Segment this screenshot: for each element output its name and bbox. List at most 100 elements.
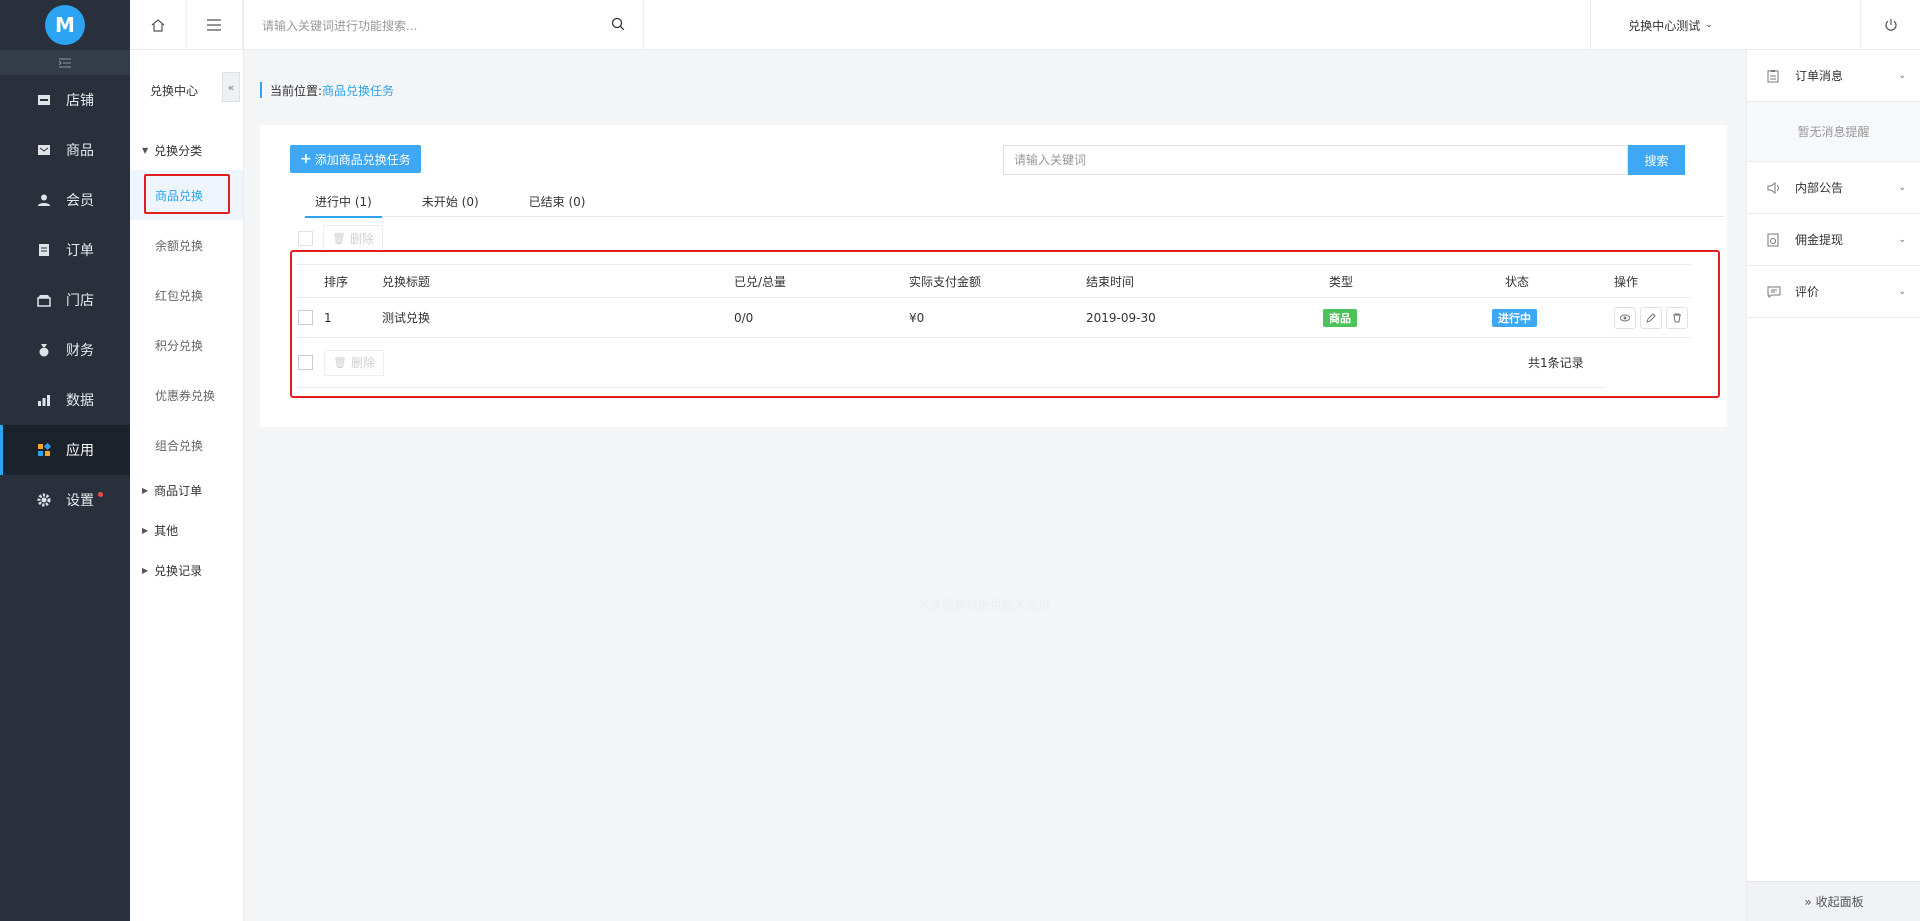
subnav-item-goods-exchange[interactable]: 商品兑换 <box>130 170 243 220</box>
main-sidebar: M 店铺 商品 会员 订单 门店 财务 数据 应用 设置 <box>0 0 130 921</box>
panel-section-label: 佣金提现 <box>1795 233 1844 247</box>
right-panel: 订单消息 ⌄ 暂无消息提醒 内部公告 ⌄ 佣金提现 ⌄ 评价 ⌄ » 收起面板 <box>1746 50 1920 921</box>
subnav-item-label: 红包兑换 <box>155 288 204 303</box>
keyword-search-input[interactable] <box>1003 145 1628 175</box>
delete-label: 删除 <box>350 356 375 370</box>
subnav-title: 兑换中心 « <box>130 50 243 130</box>
subnav-group-goods-order[interactable]: ▶ 商品订单 <box>130 470 243 510</box>
wallet-icon <box>1767 233 1781 247</box>
caret-down-icon: ▼ <box>142 145 149 155</box>
subnav-item-points-exchange[interactable]: 积分兑换 <box>130 320 243 370</box>
member-icon <box>36 192 52 208</box>
home-button[interactable] <box>130 0 187 50</box>
power-icon <box>1884 19 1897 31</box>
cell-amount: ¥0 <box>909 310 925 325</box>
home-icon <box>151 19 165 32</box>
sidebar-item-label: 设置 <box>66 493 94 509</box>
sidebar-item-data[interactable]: 数据 <box>0 375 130 425</box>
sidebar-item-order[interactable]: 订单 <box>0 225 130 275</box>
menu-toggle-button[interactable] <box>187 0 243 50</box>
tab-in-progress[interactable]: 进行中 (1) <box>305 185 382 218</box>
sidebar-collapse-toggle[interactable] <box>0 50 130 75</box>
footer-checkbox-cell <box>298 338 313 387</box>
footer-delete-cell: 🗑 删除 <box>324 338 384 387</box>
subnav-item-balance-exchange[interactable]: 余额兑换 <box>130 220 243 270</box>
caret-right-icon: ▶ <box>142 485 149 495</box>
edit-button[interactable] <box>1640 306 1662 329</box>
subnav-topbar <box>130 0 243 50</box>
subnav-group-exchange-record[interactable]: ▶ 兑换记录 <box>130 550 243 590</box>
breadcrumb-current[interactable]: 商品兑换任务 <box>322 82 394 99</box>
sidebar-item-goods[interactable]: 商品 <box>0 125 130 175</box>
logout-button[interactable] <box>1860 0 1920 50</box>
bulk-delete-button[interactable]: 🗑 删除 <box>324 349 384 376</box>
subnav-group-other[interactable]: ▶ 其他 <box>130 510 243 550</box>
subnav-collapse-button[interactable]: « <box>222 72 240 102</box>
column-header: 排序 <box>324 274 349 289</box>
sidebar-item-apps[interactable]: 应用 <box>0 425 130 475</box>
user-menu[interactable]: 兑换中心测试 ⌄ <box>1590 0 1750 50</box>
sidebar-item-member[interactable]: 会员 <box>0 175 130 225</box>
sidebar-item-label: 店铺 <box>66 93 94 109</box>
sidebar-item-finance[interactable]: 财务 <box>0 325 130 375</box>
sidebar-item-label: 商品 <box>66 143 94 159</box>
notification-dot <box>98 492 103 497</box>
add-button-label: 添加商品兑换任务 <box>314 152 411 167</box>
function-search-placeholder: 请输入关键词进行功能搜索... <box>262 18 418 33</box>
cell-actions <box>1614 298 1692 337</box>
panel-section-order-messages[interactable]: 订单消息 ⌄ <box>1747 50 1920 102</box>
sidebar-item-settings[interactable]: 设置 <box>0 475 130 525</box>
delete-button[interactable] <box>1666 306 1688 329</box>
add-exchange-task-button[interactable]: + 添加商品兑换任务 <box>290 145 421 173</box>
record-count: 共1条记录 <box>1528 356 1584 370</box>
pencil-icon <box>1646 312 1656 323</box>
logo-mark: M <box>45 5 85 45</box>
panel-section-commission[interactable]: 佣金提现 ⌄ <box>1747 214 1920 266</box>
subnav-item-label: 余额兑换 <box>155 238 204 253</box>
sidebar-item-store[interactable]: 店铺 <box>0 75 130 125</box>
table-header: 排序 兑换标题 已兑/总量 实际支付金额 结束时间 类型 状态 操作 <box>296 264 1692 298</box>
tab-ended[interactable]: 已结束 (0) <box>519 185 596 217</box>
speaker-icon <box>1767 181 1781 194</box>
panel-section-reviews[interactable]: 评价 ⌄ <box>1747 266 1920 318</box>
table-footer: 🗑 删除 共1条记录 <box>296 338 1606 388</box>
chevron-down-icon: ⌄ <box>1898 286 1906 297</box>
subnav-item-redpacket-exchange[interactable]: 红包兑换 <box>130 270 243 320</box>
panel-section-label: 内部公告 <box>1795 181 1844 195</box>
sidebar-item-label: 门店 <box>66 293 94 309</box>
subnav-group-exchange-category[interactable]: ▼ 兑换分类 <box>130 130 243 170</box>
search-icon[interactable] <box>611 17 625 34</box>
bulk-actions-top: 🗑 删除 <box>298 225 383 251</box>
cell-sort: 1 <box>324 310 332 325</box>
hamburger-icon <box>207 19 222 31</box>
subnav-group-label: 兑换分类 <box>154 143 203 158</box>
panel-section-announcements[interactable]: 内部公告 ⌄ <box>1747 162 1920 214</box>
chart-icon <box>36 392 52 408</box>
cell-title: 测试兑换 <box>382 311 431 325</box>
subnav-item-combo-exchange[interactable]: 组合兑换 <box>130 420 243 470</box>
tab-not-started[interactable]: 未开始 (0) <box>412 185 489 217</box>
function-search[interactable]: 请输入关键词进行功能搜索... <box>244 0 644 50</box>
breadcrumb-prefix: 当前位置: <box>270 83 323 98</box>
type-badge: 商品 <box>1323 308 1357 327</box>
select-all-checkbox[interactable] <box>298 355 313 370</box>
sidebar-item-label: 应用 <box>66 443 94 459</box>
trash-icon <box>1673 313 1681 322</box>
sidebar-item-shop[interactable]: 门店 <box>0 275 130 325</box>
subnav-item-coupon-exchange[interactable]: 优惠券兑换 <box>130 370 243 420</box>
goods-icon <box>36 142 52 158</box>
bulk-delete-button[interactable]: 🗑 删除 <box>323 225 383 251</box>
view-button[interactable] <box>1614 306 1636 329</box>
subnav-item-label: 组合兑换 <box>155 438 204 453</box>
column-header: 操作 <box>1614 274 1639 289</box>
search-button[interactable]: 搜索 <box>1628 145 1685 175</box>
footer-note: 米多融商城提供技术支持 <box>918 598 1051 612</box>
cell-type: 商品 <box>1323 298 1357 337</box>
top-header: 请输入关键词进行功能搜索... 兑换中心测试 ⌄ <box>244 0 1920 50</box>
select-all-checkbox[interactable] <box>298 230 313 246</box>
row-checkbox[interactable] <box>298 310 313 325</box>
finance-icon <box>36 342 52 358</box>
subnav-group-label: 商品订单 <box>154 483 203 498</box>
logo[interactable]: M <box>0 0 130 50</box>
collapse-panel-button[interactable]: » 收起面板 <box>1747 881 1920 921</box>
